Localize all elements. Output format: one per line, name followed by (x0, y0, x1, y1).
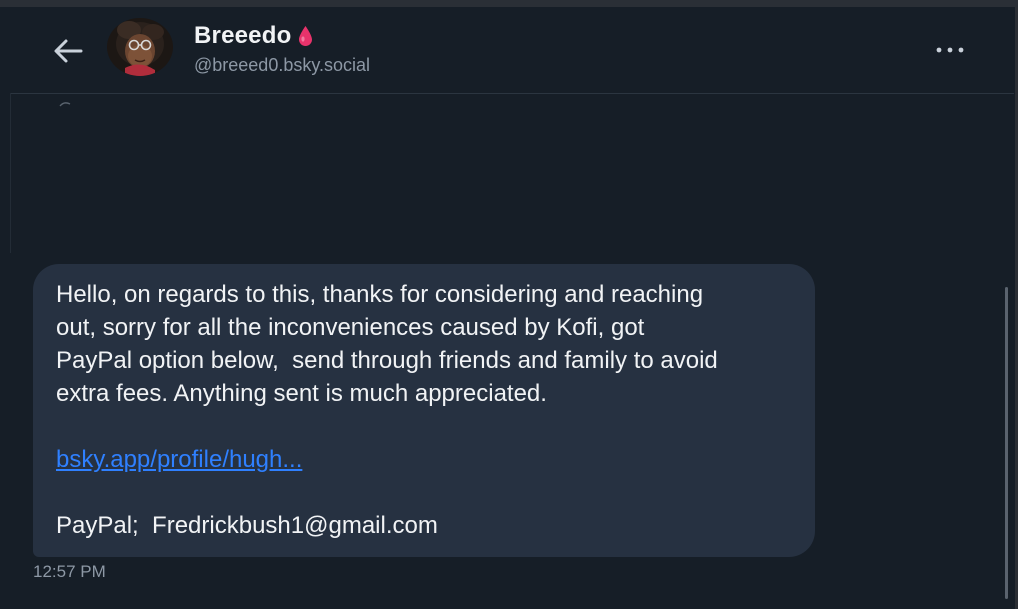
scrollbar-thumb[interactable] (1005, 287, 1008, 599)
user-handle: @breeed0.bsky.social (194, 55, 371, 75)
chat-window: Breeedo @breeed0.bsky.social Hello, on r… (0, 0, 1018, 609)
column-divider (10, 93, 11, 253)
window-top-bar (0, 0, 1018, 7)
more-horizontal-icon (936, 47, 964, 53)
faded-artifact (59, 102, 71, 107)
message-link[interactable]: bsky.app/profile/hugh... (56, 443, 302, 476)
message-timestamp: 12:57 PM (33, 562, 106, 581)
pink-drop-icon (297, 25, 314, 48)
avatar-image (107, 18, 173, 76)
back-button[interactable] (50, 33, 86, 69)
message-bubble[interactable]: Hello, on regards to this, thanks for co… (33, 264, 815, 557)
header-divider (10, 93, 1014, 94)
more-options-button[interactable] (928, 36, 972, 64)
display-name: Breeedo (194, 22, 292, 49)
avatar[interactable] (107, 18, 173, 76)
arrow-left-icon (54, 39, 83, 63)
message-text: Hello, on regards to this, thanks for co… (56, 281, 718, 407)
display-name-row[interactable]: Breeedo (194, 21, 314, 51)
paypal-line: PayPal; Fredrickbush1@gmail.com (56, 512, 438, 539)
